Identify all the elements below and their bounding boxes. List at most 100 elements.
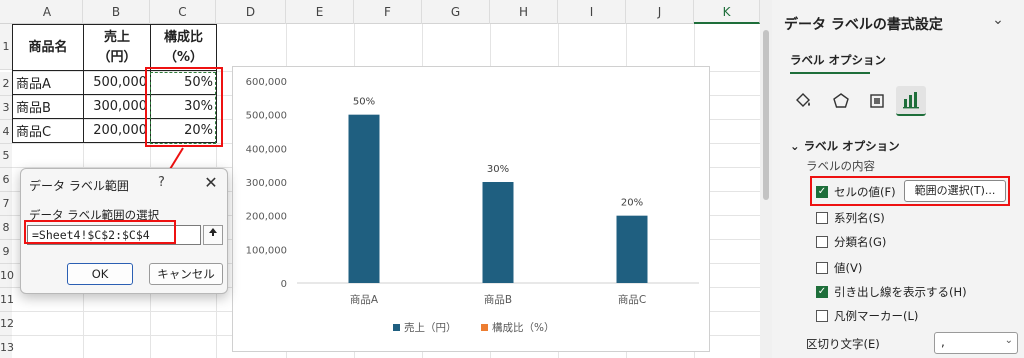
checkbox-icon[interactable] [816,262,828,274]
row-header-7[interactable]: 7 [0,192,12,216]
chevron-down-icon[interactable]: ⌄ [988,12,1008,28]
cell-product[interactable]: 商品A [12,70,84,95]
header-sales[interactable]: 売上 （円） [83,24,151,71]
x-tick-label: 商品C [618,293,646,306]
column-header-b[interactable]: B [83,0,150,24]
y-tick-label: 300,000 [246,178,287,189]
legend-entry: 構成比（%） [492,321,554,334]
chart-svg: 0 100,000 200,000 300,000 400,000 500,000 600,… [246,77,699,334]
row-header-5[interactable]: 5 [0,144,12,168]
column-headers: A B C D E F G H I J K [0,0,760,24]
highlight-box-cell-value [810,176,1010,206]
up-arrow-icon [209,228,217,236]
tab-label-options[interactable]: ラベル オプション [790,52,886,68]
option-label: 引き出し線を表示する(H) [834,285,967,299]
effects-icon[interactable] [826,86,856,116]
row-header-1[interactable]: 1 [0,24,12,70]
column-header-j[interactable]: J [626,0,694,24]
cell-sales[interactable]: 200,000 [83,118,151,143]
x-tick-label: 商品A [350,293,379,306]
option-label: 値(V) [834,261,863,275]
data-label: 30% [487,164,509,175]
column-header-h[interactable]: H [490,0,558,24]
column-header-a[interactable]: A [12,0,83,24]
legend-entry: 売上（円） [404,321,457,334]
scroll-thumb[interactable] [763,30,769,200]
bar [482,182,514,283]
fill-line-icon[interactable] [788,86,818,116]
dialog-title: データ ラベル範囲 [29,179,129,193]
row-header-9[interactable]: 9 [0,240,12,264]
size-box-icon [870,94,884,108]
header-ratio[interactable]: 構成比 （%） [150,24,217,71]
section-header-label: ラベル オプション [803,139,900,153]
option-legend-key[interactable]: 凡例マーカー(L) [816,308,918,324]
ok-button[interactable]: OK [67,263,133,285]
label-options-icon[interactable] [896,86,926,116]
collapse-dialog-icon[interactable] [203,225,223,245]
chevron-expand-icon: ⌄ [790,139,804,153]
highlight-box-ratio-cells [145,67,223,147]
option-category-name[interactable]: 分類名(G) [816,234,886,250]
option-leader-lines[interactable]: ✓ 引き出し線を表示する(H) [816,284,967,300]
cell-product[interactable]: 商品B [12,94,84,119]
cell-product[interactable]: 商品C [12,118,84,143]
data-label: 50% [353,97,375,108]
column-header-f[interactable]: F [354,0,422,24]
bar-chart[interactable]: 0 100,000 200,000 300,000 400,000 500,000 600,… [232,66,710,352]
checkbox-icon[interactable] [816,310,828,322]
y-tick-label: 200,000 [246,212,287,223]
cell-sales[interactable]: 300,000 [83,94,151,119]
checkbox-checked-icon[interactable]: ✓ [816,286,828,298]
option-label: 凡例マーカー(L) [834,309,919,323]
x-tick-label: 商品B [484,293,512,306]
help-icon[interactable]: ? [158,175,165,190]
spreadsheet[interactable]: A B C D E F G H I J K 1 2 3 4 5 6 7 8 9 … [0,0,760,358]
y-tick-label: 600,000 [246,77,287,88]
y-tick-label: 0 [281,279,287,290]
paint-bucket-icon [796,93,810,107]
cell-sales[interactable]: 500,000 [83,70,151,95]
column-header-d[interactable]: D [216,0,286,24]
header-product[interactable]: 商品名 [12,24,84,71]
cancel-button[interactable]: キャンセル [149,263,223,285]
row-header-3[interactable]: 3 [0,96,12,120]
section-label-options[interactable]: ⌄ ラベル オプション [790,138,900,154]
y-tick-label: 400,000 [246,144,287,155]
label-contents-heading: ラベルの内容 [806,159,875,173]
pentagon-icon [833,93,849,108]
data-label: 20% [621,198,643,209]
y-tick-label: 100,000 [246,245,287,256]
separator-select[interactable]: , ⌄ [934,332,1018,354]
column-header-k[interactable]: K [694,0,760,24]
legend-marker [393,324,400,331]
option-label: 分類名(G) [834,235,887,249]
column-header-g[interactable]: G [422,0,490,24]
option-series-name[interactable]: 系列名(S) [816,210,885,226]
separator-value: , [941,335,945,349]
row-header-6[interactable]: 6 [0,168,12,192]
close-icon[interactable]: ✕ [199,172,223,194]
row-header-11[interactable]: 11 [0,288,14,312]
column-header-c[interactable]: C [150,0,216,24]
checkbox-icon[interactable] [816,212,828,224]
row-header-2[interactable]: 2 [0,72,12,96]
row-header-8[interactable]: 8 [0,216,12,240]
bar [348,114,380,283]
header-sales-line2: （円） [97,49,137,65]
row-header-12[interactable]: 12 [0,312,14,336]
size-properties-icon[interactable] [862,86,892,116]
column-header-e[interactable]: E [286,0,354,24]
header-ratio-line2: （%） [163,49,204,65]
row-header-4[interactable]: 4 [0,120,12,144]
table-header-row: 商品名 売上 （円） 構成比 （%） [12,24,217,71]
option-label: 系列名(S) [834,211,885,225]
highlight-box-range-input [24,220,176,244]
header-sales-line1: 売上 [103,29,130,45]
bar [616,215,648,283]
column-header-i[interactable]: I [558,0,626,24]
row-header-13[interactable]: 13 [0,336,14,358]
checkbox-icon[interactable] [816,236,828,248]
option-value[interactable]: 値(V) [816,260,862,276]
row-header-10[interactable]: 10 [0,264,14,288]
